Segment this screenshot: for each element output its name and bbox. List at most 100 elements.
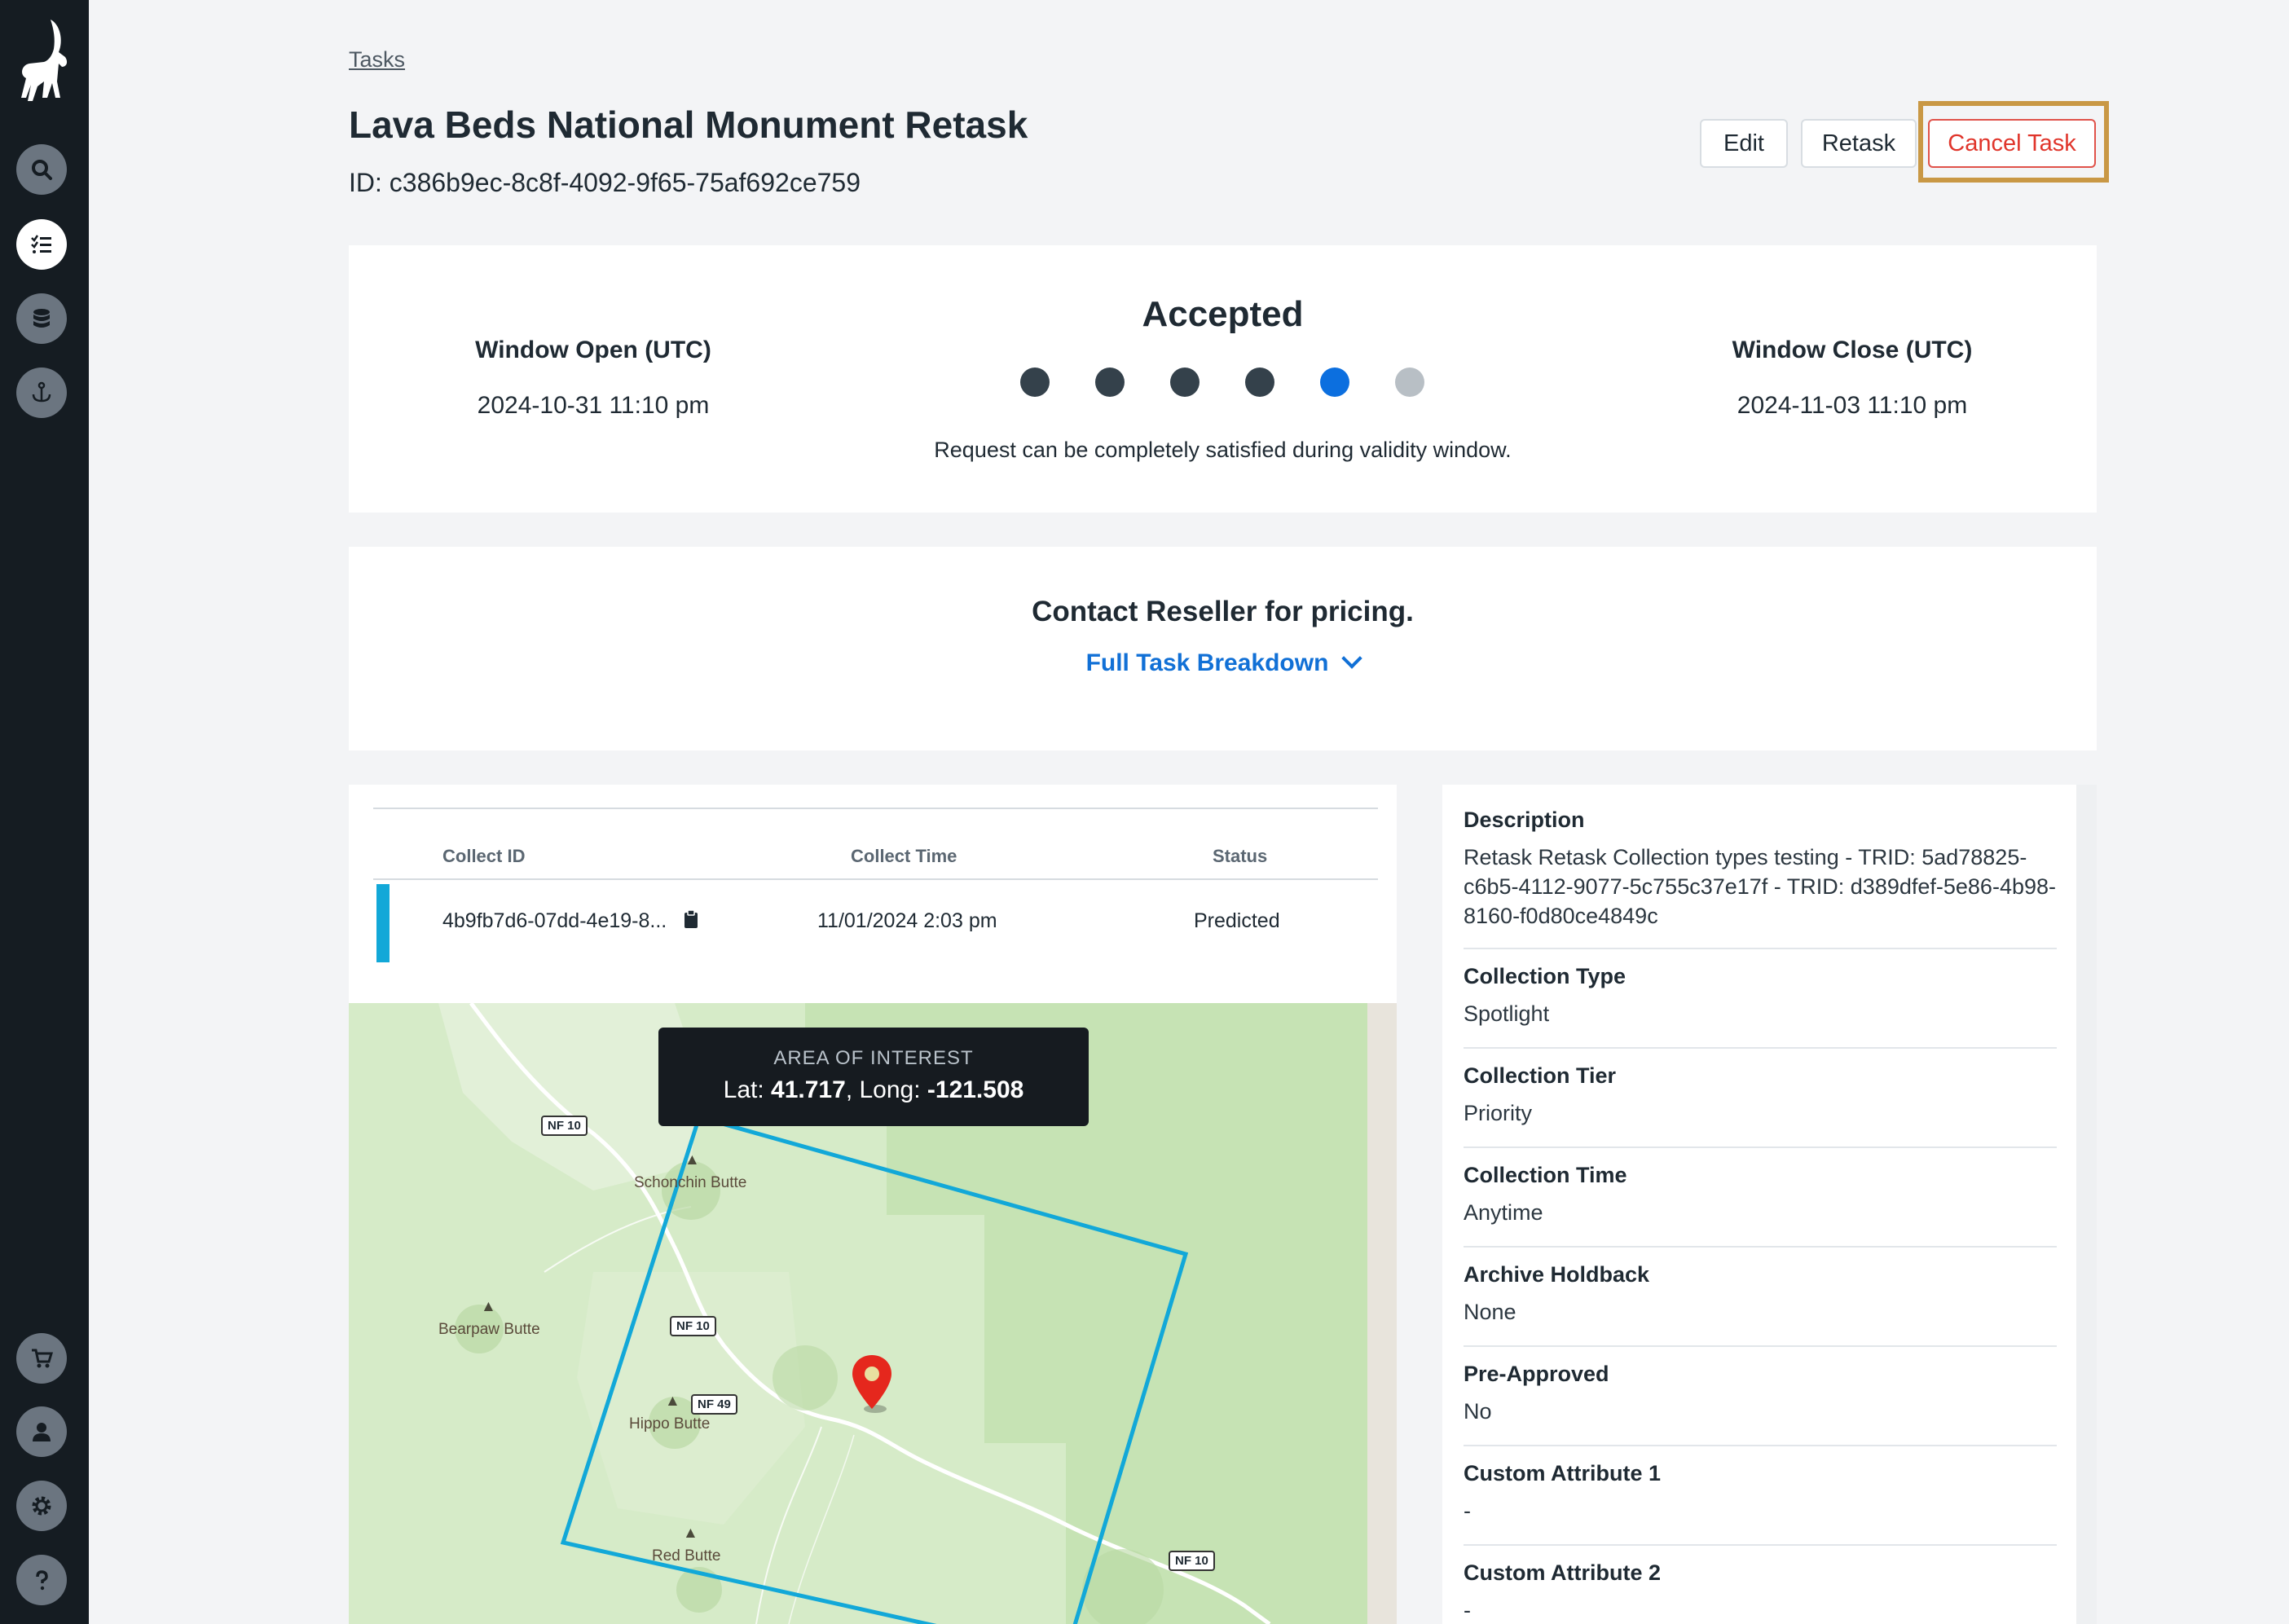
row-color-indicator	[376, 884, 390, 962]
detail-collection-tier: Collection Tier Priority	[1464, 1063, 2057, 1128]
status-card: Window Open (UTC) 2024-10-31 11:10 pm Ac…	[349, 245, 2097, 513]
full-task-breakdown-toggle[interactable]: Full Task Breakdown	[349, 648, 2097, 677]
detail-label: Pre-Approved	[1464, 1362, 1609, 1386]
progress-step	[1395, 367, 1424, 397]
edit-button[interactable]: Edit	[1700, 119, 1788, 168]
window-open-value: 2024-10-31 11:10 pm	[477, 392, 710, 419]
pricing-card: Contact Reseller for pricing. Full Task …	[349, 547, 2097, 750]
sidebar	[0, 0, 89, 1624]
detail-collection-time: Collection Time Anytime	[1464, 1163, 2057, 1227]
help-icon	[36, 1570, 48, 1591]
detail-divider	[1464, 1345, 2057, 1347]
detail-description: Description Retask Retask Collection typ…	[1464, 808, 2057, 931]
chevron-down-icon	[1341, 648, 1363, 669]
breakdown-label: Full Task Breakdown	[1085, 649, 1329, 676]
details-scrollbar[interactable]	[2076, 785, 2097, 1624]
search-icon	[32, 160, 52, 180]
detail-custom-attribute-2: Custom Attribute 2 -	[1464, 1560, 2057, 1624]
detail-divider	[1464, 1047, 2057, 1049]
nav-account[interactable]	[16, 1406, 67, 1457]
cancel-task-button[interactable]: Cancel Task	[1928, 119, 2096, 168]
table-divider	[373, 808, 1378, 809]
map-place-label: Hippo Butte	[629, 1415, 711, 1433]
progress-step	[1095, 367, 1125, 397]
col-header-status[interactable]: Status	[1213, 846, 1267, 867]
progress-step	[1170, 367, 1200, 397]
details-panel: Description Retask Retask Collection typ…	[1442, 785, 2076, 1624]
detail-collection-type: Collection Type Spotlight	[1464, 964, 2057, 1028]
road-shield: NF 49	[691, 1394, 737, 1415]
nav-help[interactable]	[16, 1555, 67, 1605]
retask-button[interactable]: Retask	[1801, 119, 1917, 168]
nav-tasks[interactable]	[16, 219, 67, 270]
status-description: Request can be completely satisfied duri…	[934, 438, 1512, 462]
detail-label: Archive Holdback	[1464, 1262, 1650, 1287]
lat-label: Lat:	[723, 1076, 772, 1103]
detail-divider	[1464, 1544, 2057, 1546]
detail-divider	[1464, 1246, 2057, 1248]
lat-value: 41.717	[771, 1076, 846, 1103]
detail-divider	[1464, 1146, 2057, 1148]
progress-step-current	[1320, 367, 1349, 397]
nav-data[interactable]	[16, 293, 67, 344]
nav-settings[interactable]	[16, 1481, 67, 1531]
gear-icon	[32, 1496, 51, 1516]
status-title: Accepted	[1142, 294, 1304, 334]
map-place-marker: ▲	[481, 1298, 496, 1315]
map-view[interactable]: ▲ Schonchin Butte ▲ Bearpaw Butte ▲ Hipp…	[349, 1003, 1397, 1624]
col-header-collect-id[interactable]: Collect ID	[442, 846, 525, 867]
window-open-label: Window Open (UTC)	[475, 337, 711, 363]
detail-label: Collection Type	[1464, 964, 1627, 988]
road-shield: NF 10	[670, 1316, 716, 1336]
collect-id-cell: 4b9fb7d6-07dd-4e19-8...	[442, 909, 667, 932]
road-shield: NF 10	[1169, 1551, 1215, 1571]
table-divider	[373, 878, 1378, 880]
aoi-tooltip: AREA OF INTEREST Lat: 41.717, Long: -121…	[658, 1028, 1089, 1126]
detail-value: Spotlight	[1464, 1001, 1550, 1026]
tooltip-label: AREA OF INTEREST	[773, 1047, 974, 1069]
collect-status-cell: Predicted	[1194, 909, 1280, 932]
road-shield: NF 10	[541, 1116, 588, 1136]
location-pin-icon[interactable]	[849, 1352, 895, 1414]
progress-step	[1020, 367, 1050, 397]
detail-value: Priority	[1464, 1101, 1533, 1125]
detail-value: None	[1464, 1300, 1516, 1324]
ibex-logo[interactable]	[11, 16, 77, 106]
window-close-value: 2024-11-03 11:10 pm	[1737, 392, 1968, 419]
database-icon	[33, 309, 50, 328]
nav-cart[interactable]	[16, 1333, 67, 1384]
map-place-label: Bearpaw Butte	[438, 1321, 540, 1338]
collects-card: Collect ID Collect Time Status 4b9fb7d6-…	[349, 785, 1397, 1624]
detail-divider	[1464, 1445, 2057, 1446]
nav-search[interactable]	[16, 144, 67, 195]
tooltip-coordinates: Lat: 41.717, Long: -121.508	[658, 1076, 1089, 1104]
detail-pre-approved: Pre-Approved No	[1464, 1362, 2057, 1426]
map-place-marker: ▲	[683, 1525, 698, 1542]
status-progress	[1020, 367, 1428, 397]
anchor-icon	[32, 381, 51, 403]
map-place-marker: ▲	[684, 1151, 700, 1168]
detail-label: Collection Time	[1464, 1163, 1627, 1187]
clipboard-icon[interactable]	[683, 909, 699, 929]
page-title: Lava Beds National Monument Retask	[349, 103, 1028, 146]
pricing-text: Contact Reseller for pricing.	[1032, 596, 1414, 627]
detail-label: Custom Attribute 1	[1464, 1461, 1661, 1485]
detail-value: Retask Retask Collection types testing -…	[1464, 845, 2056, 928]
detail-label: Description	[1464, 808, 1585, 832]
window-close-label: Window Close (UTC)	[1732, 337, 1973, 363]
collect-time-cell: 11/01/2024 2:03 pm	[817, 909, 997, 932]
col-header-collect-time[interactable]: Collect Time	[851, 846, 957, 867]
map-place-label: Red Butte	[652, 1547, 721, 1565]
detail-value: -	[1464, 1499, 1471, 1523]
progress-step	[1245, 367, 1274, 397]
map-place-label: Schonchin Butte	[634, 1174, 747, 1191]
task-id: ID: c386b9ec-8c8f-4092-9f65-75af692ce759	[349, 168, 861, 197]
detail-value: -	[1464, 1598, 1471, 1622]
detail-archive-holdback: Archive Holdback None	[1464, 1262, 2057, 1327]
nav-anchor[interactable]	[16, 367, 67, 418]
tasks-list-icon	[31, 235, 51, 253]
detail-label: Custom Attribute 2	[1464, 1560, 1661, 1585]
detail-custom-attribute-1: Custom Attribute 1 -	[1464, 1461, 2057, 1525]
breadcrumb-tasks[interactable]: Tasks	[349, 47, 405, 73]
app-root: Tasks Lava Beds National Monument Retask…	[0, 0, 2289, 1624]
